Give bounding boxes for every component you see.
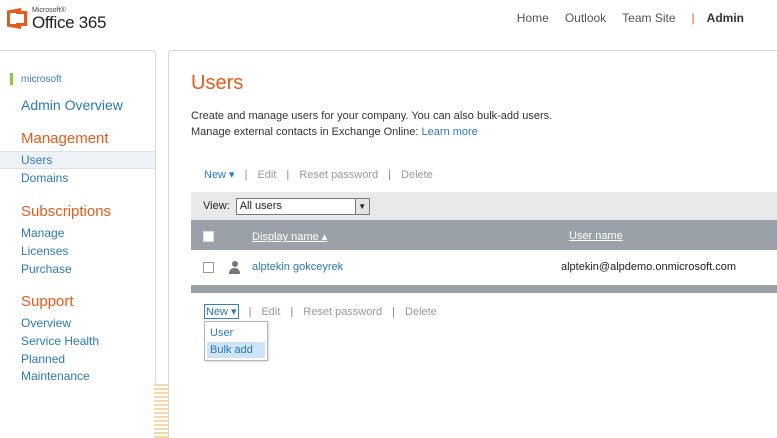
toolbar-separator: | — [248, 305, 252, 318]
office-logo-icon — [7, 6, 29, 31]
sidebar-item-maintenance[interactable]: Maintenance — [21, 369, 90, 383]
reset-password-button-top[interactable]: Reset password — [299, 169, 378, 181]
description-text: Manage external contacts in Exchange Onl… — [191, 126, 419, 138]
sidebar: microsoft Admin Overview Management User… — [0, 50, 156, 438]
reset-password-button-bottom[interactable]: Reset password — [303, 306, 382, 318]
admin-overview-link[interactable]: Admin Overview — [21, 97, 123, 113]
toolbar-separator: | — [392, 305, 396, 318]
menu-item-user[interactable]: User — [207, 325, 265, 341]
view-filter-bar: View: All users ▼ — [191, 192, 777, 220]
nav-outlook-link[interactable]: Outlook — [565, 11, 606, 25]
view-select-value: All users — [239, 199, 282, 212]
nav-team-site-link[interactable]: Team Site — [622, 11, 675, 25]
select-all-checkbox[interactable] — [203, 231, 214, 242]
tenant-label: microsoft — [10, 73, 62, 85]
delete-button-top[interactable]: Delete — [401, 169, 433, 181]
support-heading: Support — [21, 293, 74, 310]
new-button-bottom[interactable]: New ▾ — [204, 304, 239, 319]
sidebar-item-licenses[interactable]: Licenses — [21, 244, 68, 258]
new-button-top[interactable]: New ▾ — [204, 168, 235, 181]
top-header: Microsoft® Office 365 Home Outlook Team … — [0, 0, 777, 46]
main-panel: Users Create and manage users for your c… — [168, 50, 777, 438]
column-user-name[interactable]: User name — [569, 230, 623, 242]
user-icon — [229, 261, 240, 274]
dropdown-arrow-icon[interactable]: ▼ — [354, 198, 369, 214]
toolbar-separator: | — [388, 168, 392, 181]
office-365-logo[interactable]: Microsoft® Office 365 — [7, 6, 106, 34]
logo-product-text: Office 365 — [32, 13, 107, 32]
row-checkbox[interactable] — [203, 262, 214, 273]
row-user-name: alptekin@alpdemo.onmicrosoft.com — [561, 261, 737, 273]
sidebar-item-purchase[interactable]: Purchase — [21, 262, 72, 276]
users-toolbar-top: New ▾ | Edit | Reset password | Delete — [204, 168, 433, 182]
edit-button-bottom[interactable]: Edit — [261, 306, 280, 318]
decorative-stripes — [154, 384, 168, 438]
table-row[interactable]: alptekin gokceyrek alptekin@alpdemo.onmi… — [191, 256, 777, 280]
table-footer-divider — [191, 285, 777, 293]
toolbar-separator: | — [290, 305, 294, 318]
users-table-header: Display name ▴ User name — [191, 220, 777, 250]
nav-separator: | — [691, 11, 695, 25]
tenant-color-bar — [10, 73, 13, 85]
sidebar-item-service-health[interactable]: Service Health — [21, 334, 99, 348]
description-line-1: Create and manage users for your company… — [191, 110, 553, 122]
sidebar-item-overview[interactable]: Overview — [21, 316, 71, 330]
sidebar-item-planned[interactable]: Planned — [21, 352, 65, 366]
sidebar-item-domains[interactable]: Domains — [21, 171, 68, 185]
description-line-2: Manage external contacts in Exchange Onl… — [191, 126, 478, 138]
sidebar-item-manage[interactable]: Manage — [21, 226, 64, 240]
subscriptions-heading: Subscriptions — [21, 203, 112, 220]
management-heading: Management — [21, 130, 109, 147]
sidebar-item-users[interactable]: Users — [21, 153, 52, 167]
new-dropdown-menu: User Bulk add — [204, 321, 268, 361]
users-toolbar-bottom: New ▾ | Edit | Reset password | Delete — [204, 304, 437, 319]
nav-home-link[interactable]: Home — [517, 11, 549, 25]
delete-button-bottom[interactable]: Delete — [405, 306, 437, 318]
tenant-name: microsoft — [21, 73, 62, 85]
page-title: Users — [191, 72, 244, 94]
nav-admin-link[interactable]: Admin — [707, 11, 744, 25]
row-display-name-link[interactable]: alptekin gokceyrek — [252, 261, 343, 273]
top-navigation: Home Outlook Team Site | Admin — [501, 11, 744, 25]
toolbar-separator: | — [244, 168, 248, 181]
view-label: View: — [203, 200, 230, 212]
toolbar-separator: | — [286, 168, 290, 181]
edit-button-top[interactable]: Edit — [257, 169, 276, 181]
learn-more-link[interactable]: Learn more — [422, 126, 478, 138]
view-select[interactable]: All users ▼ — [235, 197, 370, 215]
column-display-name[interactable]: Display name ▴ — [252, 230, 327, 243]
menu-item-bulk-add[interactable]: Bulk add — [207, 342, 265, 358]
